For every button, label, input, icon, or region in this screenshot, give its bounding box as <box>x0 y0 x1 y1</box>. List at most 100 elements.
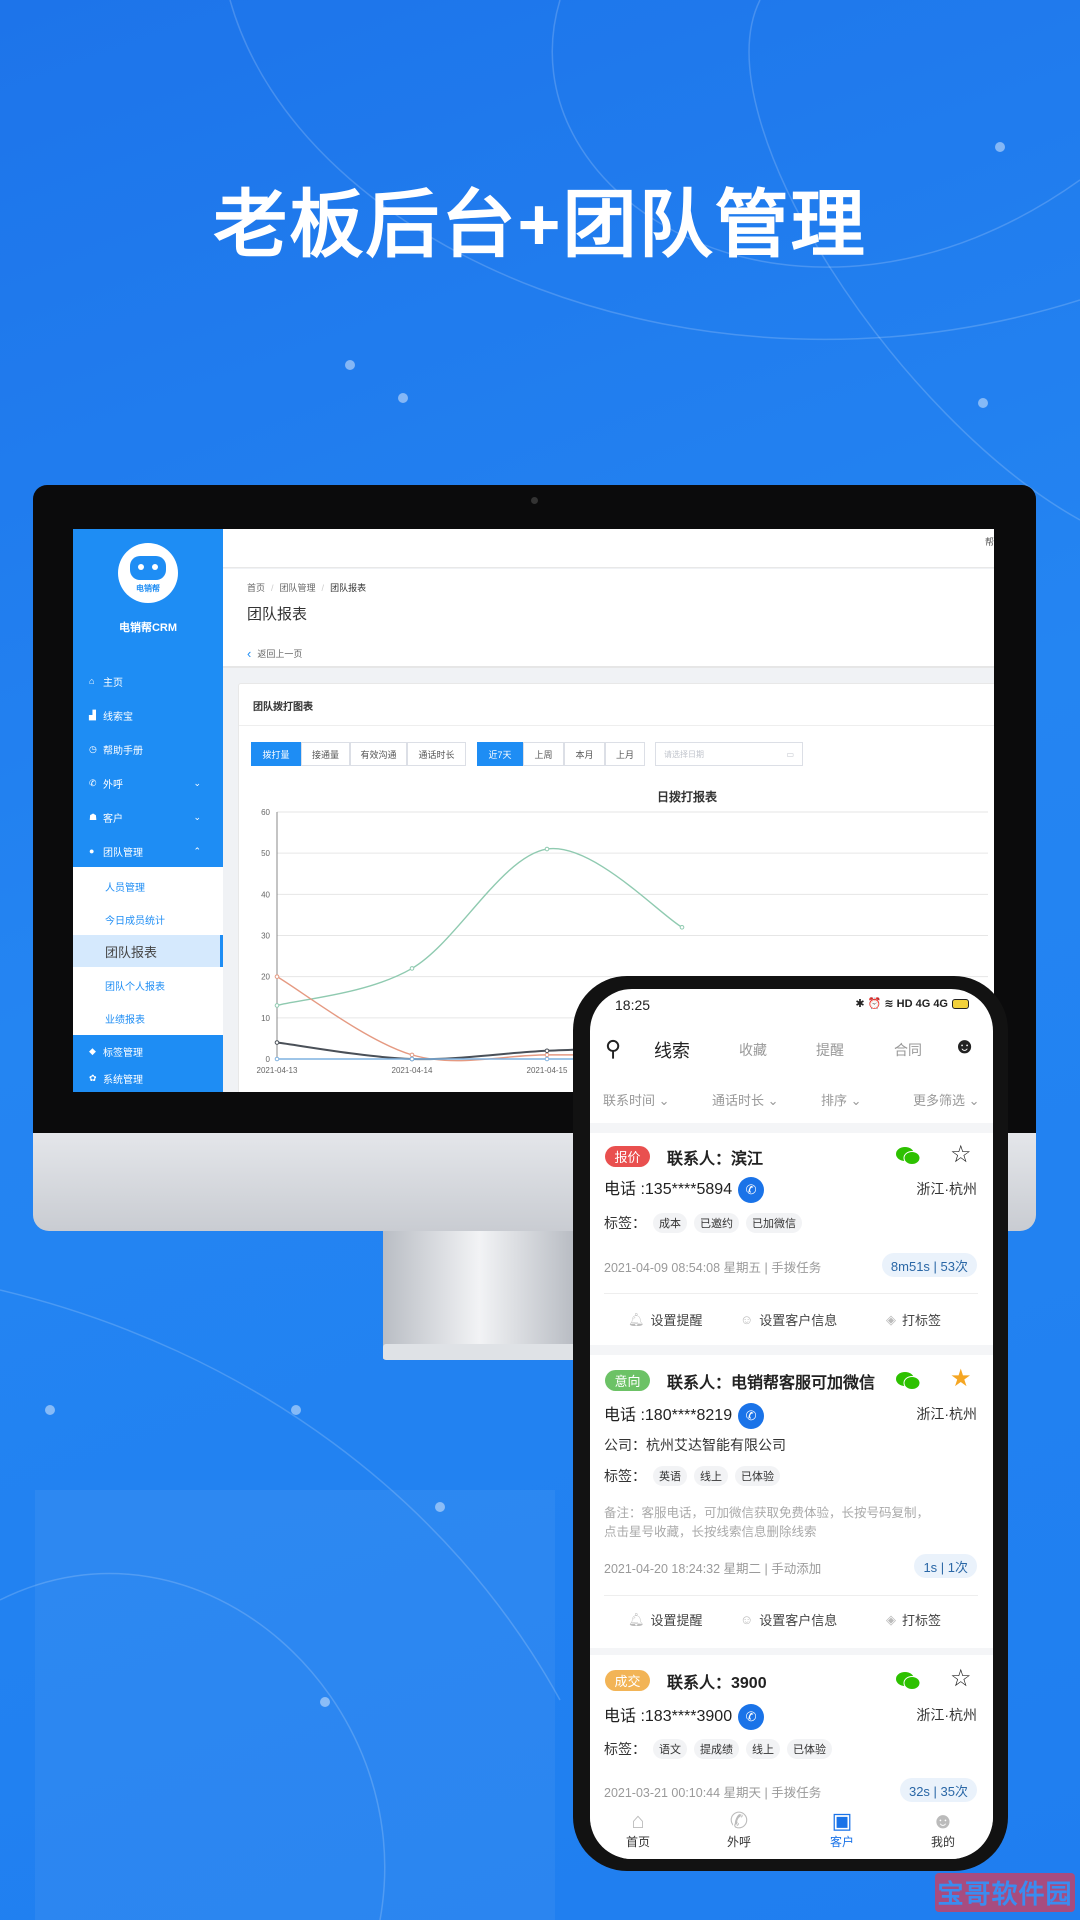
contact-name: 联系人：电销帮客服可加微信 <box>667 1375 876 1392</box>
filter-more[interactable]: 更多筛选 ⌄ <box>913 1090 980 1109</box>
hero-title: 老板后台+团队管理 <box>213 183 867 266</box>
add-tag-button[interactable]: ◈ 打标签 <box>886 1610 941 1629</box>
filter-call-duration[interactable]: 通话时长 ⌄ <box>712 1090 779 1109</box>
wechat-icon[interactable] <box>895 1671 921 1691</box>
status-badge: 成交 <box>605 1670 650 1691</box>
divider <box>604 1595 978 1596</box>
call-meta: 2021-04-09 08:54:08 星期五 | 手拨任务 <box>604 1261 822 1275</box>
bottom-tab-bar: ⌂ 首页 ✆ 外呼 ▣ 客户 ☻ 我的 <box>590 1807 993 1859</box>
chart-title: 日拨打报表 <box>657 789 718 804</box>
search-icon[interactable]: ⚲ <box>605 1036 621 1062</box>
set-customer-info-button[interactable]: ☺ 设置客户信息 <box>740 1310 837 1329</box>
y-tick-label: 20 <box>261 973 270 982</box>
x-tick-label: 2021-04-13 <box>257 1066 298 1075</box>
set-reminder-button[interactable]: 🔔︎ 设置提醒 <box>628 1310 703 1329</box>
call-button[interactable]: ✆ <box>738 1177 765 1203</box>
tag-chip: 成本 <box>653 1213 687 1233</box>
tag-chip: 已邀约 <box>694 1213 739 1233</box>
lead-card[interactable]: 报价 联系人：滨江 ☆ 电话 :135****5894 ✆ 浙江·杭州 标签： 成本… <box>590 1133 993 1345</box>
location: 浙江·杭州 <box>916 1181 977 1197</box>
x-tick-label: 2021-04-14 <box>392 1066 433 1075</box>
filter-contact-time[interactable]: 联系时间 ⌄ <box>603 1090 670 1109</box>
tag-list: 标签： 成本 已邀约 已加微信 <box>604 1213 802 1233</box>
set-customer-info-button[interactable]: ☺ 设置客户信息 <box>740 1610 837 1629</box>
tab-home[interactable]: ⌂ 首页 <box>608 1809 668 1850</box>
tag-chip: 已加微信 <box>746 1213 802 1233</box>
user-edit-icon: ☺ <box>740 1612 754 1627</box>
bell-icon: 🔔︎ <box>628 1611 645 1627</box>
data-point <box>274 1040 280 1045</box>
separator <box>590 1345 993 1355</box>
battery-icon <box>952 998 969 1009</box>
call-button[interactable]: ✆ <box>738 1704 765 1730</box>
lead-card[interactable]: 意向 联系人：电销帮客服可加微信 ★ 电话 :180****8219 ✆ 浙江·杭… <box>590 1355 993 1648</box>
x-tick-label: 2021-04-15 <box>527 1066 568 1075</box>
set-reminder-button[interactable]: 🔔︎ 设置提醒 <box>628 1610 703 1629</box>
y-tick-label: 60 <box>261 808 270 817</box>
monitor-stand-base <box>383 1344 576 1360</box>
data-point <box>679 924 685 930</box>
star-icon[interactable]: ☆ <box>950 1667 972 1691</box>
location: 浙江·杭州 <box>916 1707 977 1723</box>
contact-card-icon: ▣ <box>831 1808 853 1833</box>
tab-leads-active[interactable]: 线索 <box>654 1037 690 1063</box>
company: 公司：杭州艾达智能有限公司 <box>604 1437 786 1453</box>
user-edit-icon: ☺ <box>740 1312 754 1327</box>
filter-sort[interactable]: 排序 ⌄ <box>821 1090 862 1109</box>
add-user-icon[interactable]: ☻ <box>953 1033 976 1059</box>
data-point <box>409 1056 415 1062</box>
contact-name: 联系人：3900 <box>667 1675 767 1692</box>
tag-chip: 提成绩 <box>694 1739 739 1759</box>
tag-chip: 英语 <box>653 1466 687 1486</box>
call-meta: 2021-04-20 18:24:32 星期二 | 手动添加 <box>604 1562 822 1576</box>
lead-card[interactable]: 成交 联系人：3900 ☆ 电话 :183****3900 ✆ 浙江·杭州 标签：… <box>590 1655 993 1815</box>
tag-list: 标签： 语文 提成绩 线上 已体验 <box>604 1739 832 1759</box>
tab-reminders[interactable]: 提醒 <box>816 1040 844 1060</box>
tab-outbound[interactable]: ✆ 外呼 <box>709 1809 769 1850</box>
tag-chip: 线上 <box>746 1739 780 1759</box>
call-stats: 1s | 1次 <box>914 1554 977 1578</box>
status-icons: ✱ ⏰ ≋ HD 4G 4G <box>855 997 969 1010</box>
phone-screen: 18:25 ✱ ⏰ ≋ HD 4G 4G ⚲ 线索 收藏 提醒 合同 ☻ 联系时… <box>590 989 993 1859</box>
star-icon[interactable]: ☆ <box>950 1143 972 1167</box>
data-point <box>544 1052 550 1058</box>
data-point <box>274 974 280 979</box>
add-tag-button[interactable]: ◈ 打标签 <box>886 1310 941 1329</box>
data-point <box>544 1056 550 1062</box>
y-tick-label: 50 <box>261 849 270 858</box>
monitor-stand <box>383 1231 576 1359</box>
monitor-camera <box>531 497 538 504</box>
status-time: 18:25 <box>615 997 651 1013</box>
y-tick-label: 30 <box>261 932 270 941</box>
call-button[interactable]: ✆ <box>738 1403 765 1429</box>
bell-icon: 🔔︎ <box>628 1311 645 1327</box>
tag-chip: 线上 <box>694 1466 728 1486</box>
data-point <box>274 1003 280 1008</box>
tag-chip: 已体验 <box>735 1466 780 1486</box>
tab-favorites[interactable]: 收藏 <box>739 1040 767 1060</box>
tab-contracts[interactable]: 合同 <box>894 1040 922 1060</box>
wechat-icon[interactable] <box>895 1371 921 1391</box>
contact-name: 联系人：滨江 <box>667 1151 764 1168</box>
tab-customers[interactable]: ▣ 客户 <box>812 1809 872 1850</box>
tag-list: 标签： 英语 线上 已体验 <box>604 1466 780 1486</box>
wechat-icon[interactable] <box>895 1146 921 1166</box>
data-point <box>409 966 415 971</box>
note: 备注：客服电话，可加微信获取免费体验，长按号码复制， 点击星号收藏，长按线索信息删… <box>604 1506 930 1539</box>
data-point <box>544 846 550 852</box>
status-badge: 报价 <box>605 1146 650 1167</box>
y-tick-label: 40 <box>261 890 270 899</box>
call-meta: 2021-03-21 00:10:44 星期天 | 手拨任务 <box>604 1786 822 1800</box>
star-filled-icon[interactable]: ★ <box>950 1367 972 1391</box>
location: 浙江·杭州 <box>916 1406 977 1422</box>
home-icon: ⌂ <box>631 1808 645 1833</box>
data-point <box>544 1048 550 1054</box>
y-tick-label: 0 <box>266 1055 271 1064</box>
separator <box>590 1648 993 1655</box>
tag-chip: 语文 <box>653 1739 687 1759</box>
phone-icon: ✆ <box>729 1808 749 1833</box>
tag-chip: 已体验 <box>787 1739 832 1759</box>
tab-me[interactable]: ☻ 我的 <box>913 1809 973 1850</box>
watermark: 宝哥软件园 <box>935 1873 1075 1912</box>
phone-number: 电话 :180****8219 ✆ <box>604 1401 765 1429</box>
